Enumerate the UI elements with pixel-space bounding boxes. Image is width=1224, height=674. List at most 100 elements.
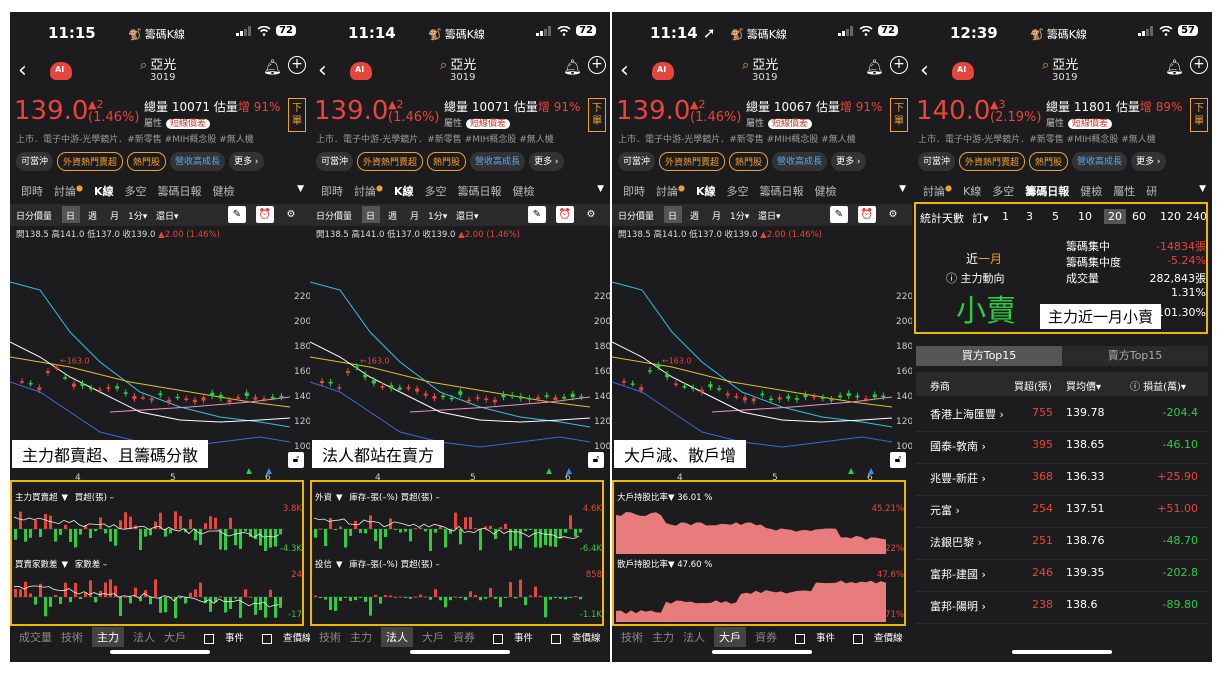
unlock-icon[interactable]: 🔓︎: [890, 452, 906, 468]
stock-tag[interactable]: 營收高成長: [170, 152, 226, 171]
indicator-select[interactable]: 日分價量: [316, 209, 352, 222]
stock-tag[interactable]: 熱門股: [427, 152, 467, 171]
period-option[interactable]: 月: [410, 209, 419, 222]
main-tab[interactable]: 討論●: [656, 183, 685, 199]
indicator-tab[interactable]: 成交量: [19, 629, 52, 645]
checkbox-事件[interactable]: 事件: [195, 630, 244, 644]
main-tab[interactable]: 討論●: [923, 183, 952, 199]
short-term-tag[interactable]: 短線價差: [166, 119, 211, 129]
event-marker-icon[interactable]: [566, 468, 572, 474]
indicator-select[interactable]: 日分價量: [618, 209, 654, 222]
stock-tag[interactable]: 營收高成長: [772, 152, 828, 171]
main-tab[interactable]: 多空: [992, 183, 1014, 199]
order-button[interactable]: 下單: [1190, 98, 1208, 132]
checkbox-查價線[interactable]: 查價線: [844, 630, 903, 644]
checkbox-icon[interactable]: [551, 633, 562, 644]
add-watchlist-icon[interactable]: +: [588, 56, 606, 74]
stock-tag[interactable]: 更多 ›: [831, 152, 866, 171]
main-tab[interactable]: 健檢: [513, 183, 535, 199]
checkbox-icon[interactable]: [493, 633, 503, 644]
stock-search[interactable]: ⌕ 亞光: [742, 54, 778, 73]
checkbox-事件[interactable]: 事件: [786, 630, 835, 644]
broker-tab[interactable]: 買方Top15: [916, 346, 1062, 366]
main-tab[interactable]: K線: [963, 183, 981, 199]
broker-name[interactable]: 富邦-陽明 ›: [930, 598, 986, 614]
add-watchlist-icon[interactable]: +: [288, 56, 306, 74]
short-term-tag[interactable]: 短線價差: [1068, 119, 1113, 129]
period-option[interactable]: 日: [668, 209, 677, 222]
stock-search[interactable]: ⌕ 亞光: [440, 54, 476, 73]
period-option[interactable]: 還日▾: [156, 209, 179, 222]
tabs-dropdown-icon[interactable]: ▼: [1199, 184, 1206, 194]
event-marker-icon[interactable]: [868, 468, 874, 474]
dropdown-icon[interactable]: ▼: [62, 560, 69, 570]
broker-tab[interactable]: 賣方Top15: [1062, 346, 1208, 366]
period-option[interactable]: 還日▾: [758, 209, 781, 222]
table-row[interactable]: 富邦-陽明 › 238 138.6 -89.80: [916, 592, 1208, 624]
gear-icon[interactable]: ⚙: [884, 206, 902, 223]
stock-tag[interactable]: 熱門股: [1029, 152, 1069, 171]
period-option[interactable]: 1分▾: [128, 209, 147, 222]
main-tab[interactable]: 討論●: [54, 183, 83, 199]
dropdown-icon[interactable]: ▼: [62, 493, 69, 503]
checkbox-查價線[interactable]: 查價線: [253, 630, 310, 644]
gear-icon[interactable]: ⚙: [282, 206, 300, 223]
column-header[interactable]: ⓘ 損益(萬)▾: [1130, 378, 1186, 393]
ai-robot-icon[interactable]: [50, 62, 72, 80]
order-button[interactable]: 下單: [288, 98, 306, 132]
event-marker-icon[interactable]: [848, 468, 854, 474]
broker-name[interactable]: 國泰-敦南 ›: [930, 438, 986, 454]
indicator-tab[interactable]: 大戶: [714, 627, 746, 647]
add-watchlist-icon[interactable]: +: [890, 56, 908, 74]
order-button[interactable]: 下單: [588, 98, 606, 132]
indicator-tab[interactable]: 大戶: [422, 629, 444, 645]
pen-icon[interactable]: ✎: [228, 206, 246, 223]
period-option[interactable]: 日: [66, 209, 75, 222]
main-tab[interactable]: 即時: [623, 183, 645, 199]
back-chevron-icon[interactable]: ‹: [620, 58, 629, 83]
main-tab[interactable]: K線: [696, 183, 716, 199]
stock-tag[interactable]: 可當沖: [918, 152, 956, 171]
alarm-icon[interactable]: ⏰: [858, 206, 876, 223]
stock-tag[interactable]: 可當沖: [618, 152, 656, 171]
sub-chart-top-label[interactable]: 主力買賣超 ▼ 買超(張) –: [15, 491, 114, 503]
period-option[interactable]: 1分▾: [730, 209, 749, 222]
broker-name[interactable]: 兆豐-新莊 ›: [930, 470, 986, 486]
event-marker-icon[interactable]: [266, 468, 272, 474]
main-tab[interactable]: 健檢: [1080, 183, 1102, 199]
order-dropdown[interactable]: 訂▾: [972, 210, 989, 226]
back-chevron-icon[interactable]: ‹: [920, 58, 929, 83]
main-tab[interactable]: K線: [94, 183, 114, 199]
alarm-icon[interactable]: ⏰: [256, 206, 274, 223]
indicator-tab[interactable]: 法人: [683, 629, 705, 645]
event-marker-icon[interactable]: [546, 468, 552, 474]
back-chevron-icon[interactable]: ‹: [18, 58, 27, 83]
stock-tag[interactable]: 熱門股: [729, 152, 769, 171]
stock-tag[interactable]: 更多 ›: [229, 152, 264, 171]
broker-name[interactable]: 元富 ›: [930, 502, 960, 518]
main-tab[interactable]: 即時: [321, 183, 343, 199]
pen-icon[interactable]: ✎: [528, 206, 546, 223]
sub-chart-bottom-label[interactable]: 買賣家數差 ▼ 家數差 –: [15, 558, 107, 570]
stock-tag[interactable]: 更多 ›: [1131, 152, 1166, 171]
indicator-tab[interactable]: 法人: [133, 629, 155, 645]
checkbox-icon[interactable]: [262, 633, 273, 644]
period-option[interactable]: 還日▾: [456, 209, 479, 222]
main-tab[interactable]: 多空: [125, 183, 147, 199]
indicator-tab[interactable]: 主力: [92, 627, 124, 647]
main-tab[interactable]: 屬性: [1113, 183, 1135, 199]
period-option[interactable]: 1分▾: [428, 209, 447, 222]
alarm-icon[interactable]: ⏰: [556, 206, 574, 223]
stock-tag[interactable]: 外資熱門賣超: [57, 152, 124, 171]
broker-name[interactable]: 法銀巴黎 ›: [930, 534, 982, 550]
main-tab[interactable]: 籌碼日報: [458, 183, 502, 199]
stock-tag[interactable]: 外資熱門賣超: [659, 152, 726, 171]
ai-robot-icon[interactable]: [952, 62, 974, 80]
ai-robot-icon[interactable]: [350, 62, 372, 80]
stock-tag[interactable]: 外資熱門賣超: [959, 152, 1026, 171]
order-button[interactable]: 下單: [890, 98, 908, 132]
back-chevron-icon[interactable]: ‹: [318, 58, 327, 83]
add-watchlist-icon[interactable]: +: [1190, 56, 1208, 74]
bell-icon[interactable]: 🔔︎: [1165, 58, 1184, 76]
main-tab[interactable]: 籌碼日報: [1025, 183, 1069, 199]
